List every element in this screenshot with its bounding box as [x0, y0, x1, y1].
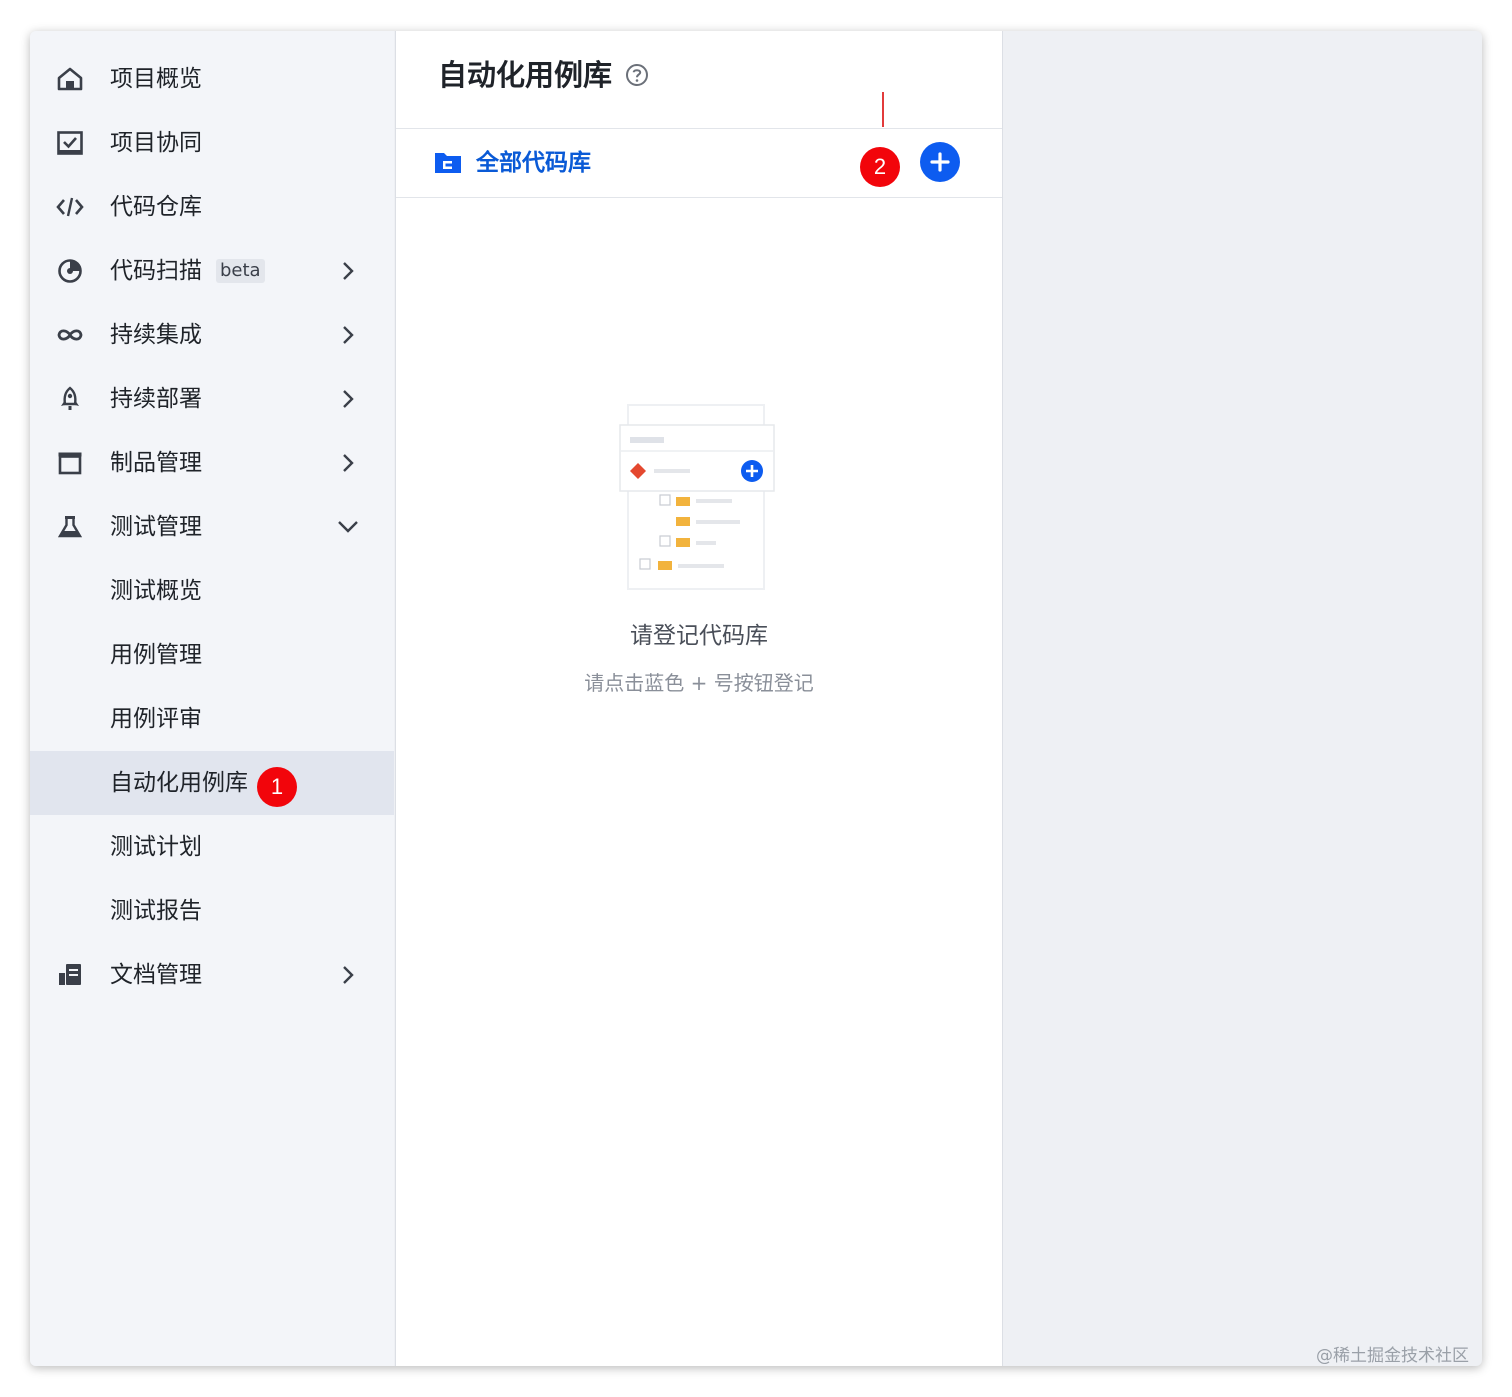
- sidebar-item-test-management[interactable]: 测试管理: [30, 495, 394, 559]
- empty-state-illustration: [618, 403, 784, 597]
- sidebar-item-test-plan[interactable]: 测试计划: [30, 815, 394, 879]
- code-icon: [56, 193, 84, 221]
- sidebar-item-label: 持续部署: [110, 386, 202, 412]
- sidebar-item-project-overview[interactable]: 项目概览: [30, 47, 394, 111]
- flask-icon: [56, 513, 84, 541]
- rocket-icon: [56, 385, 84, 413]
- sidebar-item-label: 测试管理: [110, 514, 202, 540]
- folder-icon: [434, 150, 462, 178]
- sidebar-item-label: 测试计划: [110, 834, 202, 860]
- sidebar-item-document-management[interactable]: 文档管理: [30, 943, 394, 1007]
- package-icon: [56, 449, 84, 477]
- sidebar-item-project-collaboration[interactable]: 项目协同: [30, 111, 394, 175]
- automation-library-panel: 自动化用例库 全部代码库 2 请登记代码库 请点击蓝色 + 号按钮登记: [395, 31, 1003, 1366]
- sidebar-item-label: 用例评审: [110, 706, 202, 732]
- plus-icon: [930, 152, 950, 172]
- sidebar-item-label: 制品管理: [110, 450, 202, 476]
- sidebar-item-label: 测试概览: [110, 578, 202, 604]
- sidebar-item-label: 代码仓库: [110, 194, 202, 220]
- document-icon: [56, 961, 84, 989]
- infinity-icon: [56, 321, 84, 349]
- sidebar-item-continuous-deployment[interactable]: 持续部署: [30, 367, 394, 431]
- sidebar-item-artifact-management[interactable]: 制品管理: [30, 431, 394, 495]
- watermark: @稀土掘金技术社区: [1316, 1346, 1469, 1366]
- empty-state-title: 请登记代码库: [630, 623, 768, 649]
- sidebar-item-code-scan[interactable]: 代码扫描 beta: [30, 239, 394, 303]
- help-icon[interactable]: [625, 63, 649, 91]
- chevron-right-icon: [334, 321, 362, 349]
- annotation-marker-1: 1: [257, 767, 297, 807]
- sidebar-item-label: 测试报告: [110, 898, 202, 924]
- sidebar-item-continuous-integration[interactable]: 持续集成: [30, 303, 394, 367]
- sidebar-item-label: 文档管理: [110, 962, 202, 988]
- sidebar-item-label: 自动化用例库: [110, 770, 248, 796]
- sidebar-item-label: 项目概览: [110, 66, 202, 92]
- sidebar-item-label: 项目协同: [110, 130, 202, 156]
- sidebar-item-test-overview[interactable]: 测试概览: [30, 559, 394, 623]
- sidebar-item-automation-case-library[interactable]: 自动化用例库 1: [30, 751, 394, 815]
- sidebar-item-case-review[interactable]: 用例评审: [30, 687, 394, 751]
- beta-badge: beta: [216, 259, 265, 283]
- sidebar-item-code-repository[interactable]: 代码仓库: [30, 175, 394, 239]
- annotation-pointer-line: [882, 92, 884, 127]
- sidebar-item-test-report[interactable]: 测试报告: [30, 879, 394, 943]
- sidebar-item-label: 持续集成: [110, 322, 202, 348]
- chevron-down-icon: [334, 513, 362, 541]
- checkbox-board-icon: [56, 129, 84, 157]
- all-repositories-row[interactable]: 全部代码库 2: [396, 129, 1002, 198]
- add-repository-button[interactable]: [920, 142, 960, 182]
- chevron-right-icon: [334, 961, 362, 989]
- sidebar-item-label: 用例管理: [110, 642, 202, 668]
- annotation-marker-2: 2: [860, 147, 900, 187]
- empty-state-subtitle: 请点击蓝色 + 号按钮登记: [584, 671, 814, 695]
- sidebar-item-case-management[interactable]: 用例管理: [30, 623, 394, 687]
- scan-icon: [56, 257, 84, 285]
- all-repositories-label[interactable]: 全部代码库: [476, 129, 591, 197]
- page-title: 自动化用例库: [438, 58, 613, 92]
- chevron-right-icon: [334, 385, 362, 413]
- sidebar-item-label: 代码扫描: [110, 258, 202, 284]
- home-icon: [56, 65, 84, 93]
- app-window: 项目概览 项目协同 代码仓库 代码扫描 beta 持续集成 持续部署 制品管理 …: [30, 31, 1482, 1366]
- sidebar: 项目概览 项目协同 代码仓库 代码扫描 beta 持续集成 持续部署 制品管理 …: [30, 31, 394, 1366]
- chevron-right-icon: [334, 449, 362, 477]
- chevron-right-icon: [334, 257, 362, 285]
